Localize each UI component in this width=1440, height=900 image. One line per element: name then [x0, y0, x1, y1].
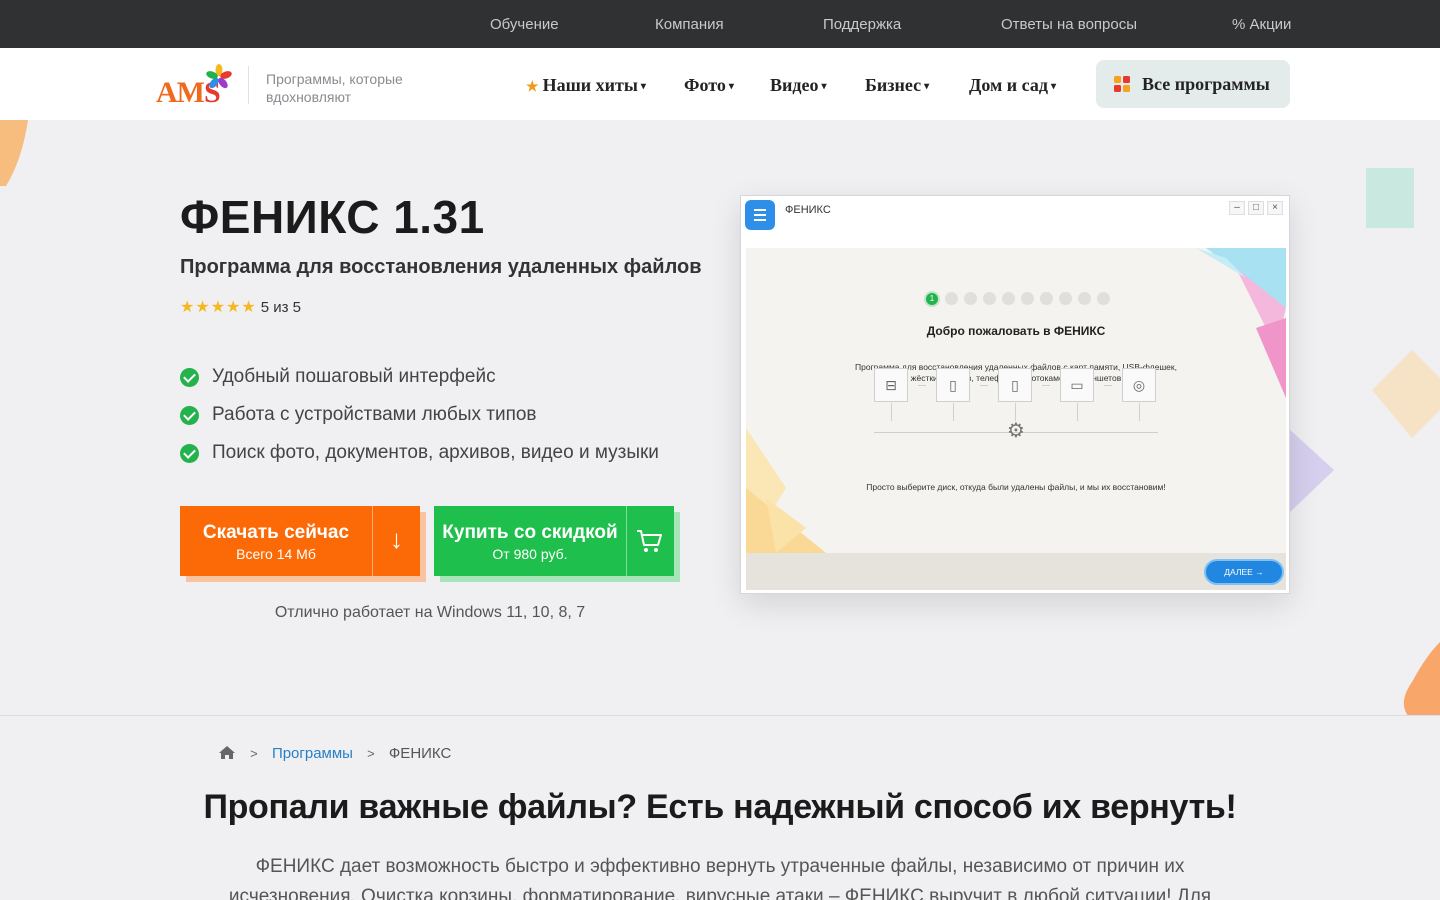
grid-icon — [1114, 76, 1130, 92]
tagline: Программы, которые вдохновляют — [266, 71, 403, 105]
caret-down-icon: ▾ — [821, 81, 827, 92]
maximize-icon[interactable]: □ — [1248, 201, 1264, 215]
decor-shape — [1366, 168, 1414, 228]
app-welcome-heading: Добро пожаловать в ФЕНИКС — [926, 324, 1106, 338]
topnav-promo-label: Акции — [1249, 16, 1292, 33]
download-title: Скачать сейчас — [202, 522, 350, 543]
hero-section: ФЕНИКС 1.31 Программа для восстановления… — [0, 120, 1440, 716]
topnav-company[interactable]: Компания — [655, 16, 724, 33]
rating: ★★★★★ 5 из 5 — [180, 297, 301, 317]
arrow-down-icon: ↓ — [390, 524, 403, 554]
os-compatibility: Отлично работает на Windows 11, 10, 8, 7 — [274, 604, 586, 621]
breadcrumb-current: ФЕНИКС — [388, 745, 452, 762]
nav-photo[interactable]: Фото ▾ — [684, 75, 734, 96]
topnav-support[interactable]: Поддержка — [823, 16, 901, 33]
feature-item: Удобный пошаговый интерфейс — [180, 365, 659, 403]
breadcrumb-programs[interactable]: Программы — [272, 745, 353, 762]
app-next-button[interactable]: ДАЛЕЕ → — [1204, 559, 1284, 585]
close-icon[interactable]: × — [1267, 201, 1283, 215]
ams-logo[interactable]: AMS — [156, 64, 236, 109]
logo-divider — [248, 66, 249, 104]
all-programs-label: Все программы — [1142, 74, 1270, 94]
breadcrumb-separator: > — [367, 746, 375, 761]
logo-flower-icon — [206, 64, 232, 89]
decor-shape — [1372, 350, 1440, 438]
usb-icon[interactable]: ▯ — [936, 368, 970, 402]
caret-down-icon: ▾ — [728, 81, 734, 92]
app-screenshot: ФЕНИКС – □ × 1 Добро пожаловать в ФЕНИКС… — [740, 195, 1290, 594]
app-hint: Просто выберите диск, откуда были удален… — [866, 482, 1166, 492]
site-header: AMS Программы, которые вдохновляют ★ Наши… — [0, 48, 1440, 120]
nav-business[interactable]: Бизнес ▾ — [865, 75, 929, 96]
decor-shape — [1403, 642, 1440, 715]
camera-icon[interactable]: ◎ — [1122, 368, 1156, 402]
tablet-icon[interactable]: ▭ — [1060, 368, 1094, 402]
app-body: 1 Добро пожаловать в ФЕНИКС Программа дл… — [746, 248, 1286, 553]
nav-home-garden[interactable]: Дом и сад ▾ — [969, 75, 1056, 96]
minimize-icon[interactable]: – — [1229, 201, 1245, 215]
step-indicator — [964, 292, 977, 305]
decor-shape — [0, 120, 28, 186]
top-bar: Обучение Компания Поддержка Ответы на во… — [0, 0, 1440, 48]
rating-text: 5 из 5 — [260, 299, 301, 316]
buy-price: От 980 руб. — [492, 546, 568, 562]
topnav-faq[interactable]: Ответы на вопросы — [1001, 16, 1137, 33]
step-indicator — [983, 292, 996, 305]
breadcrumb: > Программы > ФЕНИКС — [218, 745, 451, 762]
feature-list: Удобный пошаговый интерфейс Работа с уст… — [180, 365, 659, 479]
feature-item: Работа с устройствами любых типов — [180, 403, 659, 441]
section-text: ФЕНИКС дает возможность быстро и эффекти… — [228, 856, 1212, 900]
feature-item: Поиск фото, документов, архивов, видео и… — [180, 441, 659, 479]
step-indicator — [1040, 292, 1053, 305]
step-indicator — [1059, 292, 1072, 305]
app-logo-icon — [745, 200, 775, 230]
phone-icon[interactable]: ▯ — [998, 368, 1032, 402]
nav-video[interactable]: Видео ▾ — [770, 75, 827, 96]
breadcrumb-separator: > — [250, 746, 258, 761]
caret-down-icon: ▾ — [1051, 81, 1057, 92]
decor-polygons — [746, 428, 826, 553]
product-title: ФЕНИКС 1.31 — [180, 191, 485, 243]
app-footer: ДАЛЕЕ → — [746, 553, 1286, 590]
caret-down-icon: ▾ — [640, 81, 646, 92]
topnav-training[interactable]: Обучение — [490, 16, 559, 33]
step-indicator — [1002, 292, 1015, 305]
check-icon — [180, 368, 199, 387]
download-size: Всего 14 Мб — [236, 546, 316, 562]
hdd-icon[interactable]: ⊟ — [874, 368, 908, 402]
percent-icon: % — [1232, 16, 1246, 33]
section-title: Пропали важные файлы? Есть надежный спос… — [203, 788, 1237, 826]
buy-title: Купить со скидкой — [442, 522, 618, 543]
nav-hits[interactable]: ★ Наши хиты ▾ — [526, 75, 646, 96]
step-indicator-active: 1 — [924, 291, 940, 307]
gear-icon: ⚙ — [1007, 420, 1025, 442]
buy-discount-button[interactable]: Купить со скидкой От 980 руб. — [434, 506, 674, 576]
all-programs-button[interactable]: Все программы — [1096, 60, 1290, 108]
decor-shape — [1288, 428, 1334, 514]
step-indicator — [1021, 292, 1034, 305]
product-subtitle: Программа для восстановления удаленных ф… — [180, 256, 702, 278]
caret-down-icon: ▾ — [924, 81, 930, 92]
cart-icon — [637, 530, 662, 552]
check-icon — [180, 406, 199, 425]
app-title: ФЕНИКС — [785, 204, 831, 216]
rating-stars: ★★★★★ — [180, 299, 257, 316]
decor-polygons — [1196, 248, 1286, 398]
topnav-promo[interactable]: % Акции — [1232, 16, 1291, 33]
home-icon[interactable] — [218, 745, 236, 760]
star-icon: ★ — [526, 80, 539, 95]
step-indicator — [1078, 292, 1091, 305]
step-indicator — [945, 292, 958, 305]
check-icon — [180, 444, 199, 463]
download-button[interactable]: Скачать сейчас Всего 14 Мб ↓ — [180, 506, 420, 576]
step-indicator — [1097, 292, 1110, 305]
